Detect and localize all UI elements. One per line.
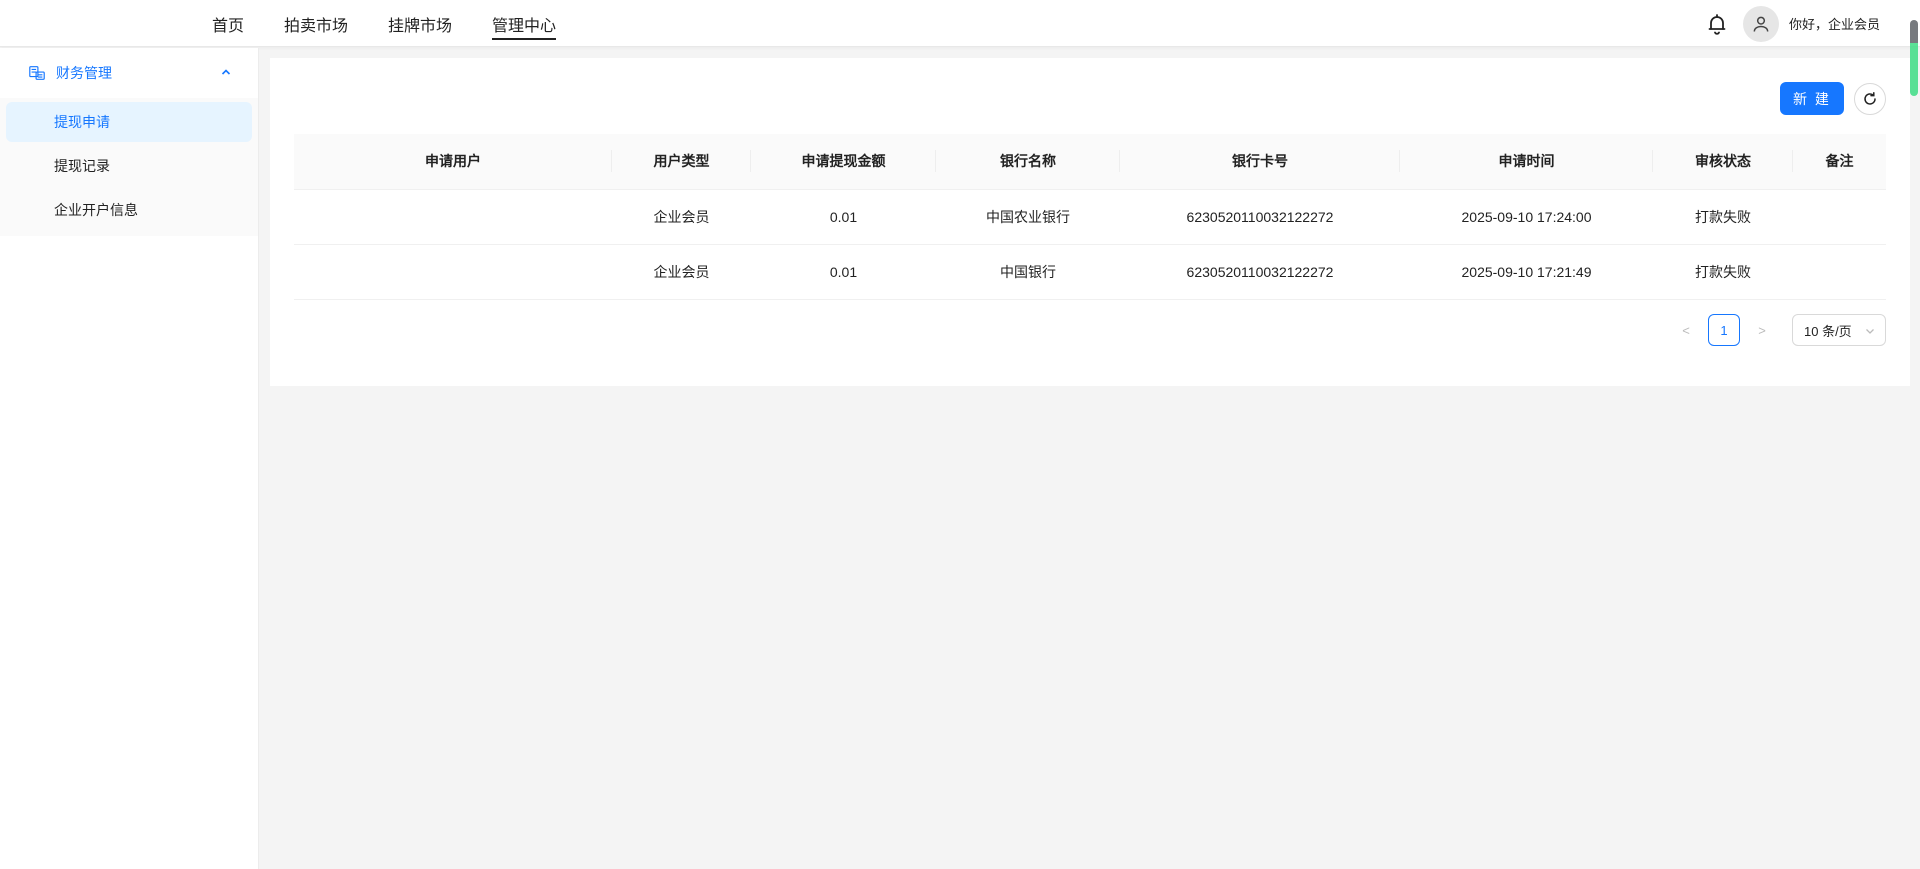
col-applicant: 申请用户 [294,134,612,190]
sidebar-submenu: 提现申请 提现记录 企业开户信息 [0,98,258,236]
page-size-select[interactable]: 10 条/页 [1792,314,1886,346]
cell-status: 打款失败 [1653,244,1793,300]
user-icon [1753,16,1769,32]
cell-user-type: 企业会员 [612,244,751,300]
table-header-row: 申请用户 用户类型 申请提现金额 银行名称 银行卡号 申请时间 审核状态 备注 [294,134,1886,190]
cell-apply-time: 2025-09-10 17:24:00 [1400,189,1653,245]
bell-icon[interactable] [1705,12,1729,36]
cell-user-type: 企业会员 [612,189,751,245]
col-user-type: 用户类型 [612,134,751,190]
avatar[interactable] [1742,5,1779,42]
next-page-button[interactable]: > [1746,314,1778,346]
cell-applicant [294,244,612,300]
cell-apply-time: 2025-09-10 17:21:49 [1400,244,1653,300]
pagination: < 1 > 10 条/页 [1670,314,1886,346]
top-navbar: 首页 拍卖市场 挂牌市场 管理中心 你好，企业会员 [0,0,1920,47]
nav-listing-market[interactable]: 挂牌市场 [388,0,452,47]
user-greeting[interactable]: 你好，企业会员 [1789,14,1880,33]
new-button[interactable]: 新 建 [1780,82,1844,115]
cell-amount: 0.01 [751,189,936,245]
chevron-up-icon [221,69,231,75]
cell-remark [1793,244,1886,300]
cell-bank-name: 中国农业银行 [936,189,1120,245]
table-row[interactable]: 企业会员 0.01 中国银行 6230520110032122272 2025-… [294,244,1886,300]
cell-bank-name: 中国银行 [936,244,1120,300]
page-size-value: 10 条/页 [1804,323,1852,339]
sidebar-group-label: 财务管理 [56,65,112,81]
table-row[interactable]: 企业会员 0.01 中国农业银行 6230520110032122272 202… [294,189,1886,245]
prev-page-button[interactable]: < [1670,314,1702,346]
user-area: 你好，企业会员 [1705,0,1880,47]
cell-amount: 0.01 [751,244,936,300]
sidebar: 财务管理 提现申请 提现记录 企业开户信息 [0,48,259,869]
refresh-icon [1864,91,1876,105]
page-1-button[interactable]: 1 [1708,314,1740,346]
col-amount: 申请提现金额 [751,134,936,190]
content-card: 新 建 申请用户 用户类型 申请提现金额 银行名称 银行卡号 申请时间 审核状态… [270,58,1910,386]
page-scrollbar[interactable] [1910,20,1918,96]
cell-remark [1793,189,1886,245]
col-apply-time: 申请时间 [1400,134,1653,190]
sidebar-item-account-info[interactable]: 企业开户信息 [6,190,252,230]
cell-applicant [294,189,612,245]
nav-home[interactable]: 首页 [212,0,244,47]
col-bank-name: 银行名称 [936,134,1120,190]
cell-status: 打款失败 [1653,189,1793,245]
nav-auction-market[interactable]: 拍卖市场 [284,0,348,47]
main-nav: 首页 拍卖市场 挂牌市场 管理中心 [212,0,596,47]
refresh-button[interactable] [1854,82,1886,115]
cell-card-number: 6230520110032122272 [1120,244,1400,300]
col-status: 审核状态 [1653,134,1793,190]
sidebar-group-finance[interactable]: 财务管理 [0,48,258,98]
nav-management-center[interactable]: 管理中心 [492,0,557,47]
chevron-down-icon [1866,329,1874,334]
sidebar-item-withdraw-records[interactable]: 提现记录 [6,146,252,186]
finance-icon [29,66,45,80]
col-card-number: 银行卡号 [1120,134,1400,190]
col-remark: 备注 [1793,134,1886,190]
toolbar: 新 建 [1780,82,1886,115]
sidebar-item-withdraw-apply[interactable]: 提现申请 [6,102,252,142]
cell-card-number: 6230520110032122272 [1120,189,1400,245]
withdraw-table: 申请用户 用户类型 申请提现金额 银行名称 银行卡号 申请时间 审核状态 备注 … [294,134,1886,300]
